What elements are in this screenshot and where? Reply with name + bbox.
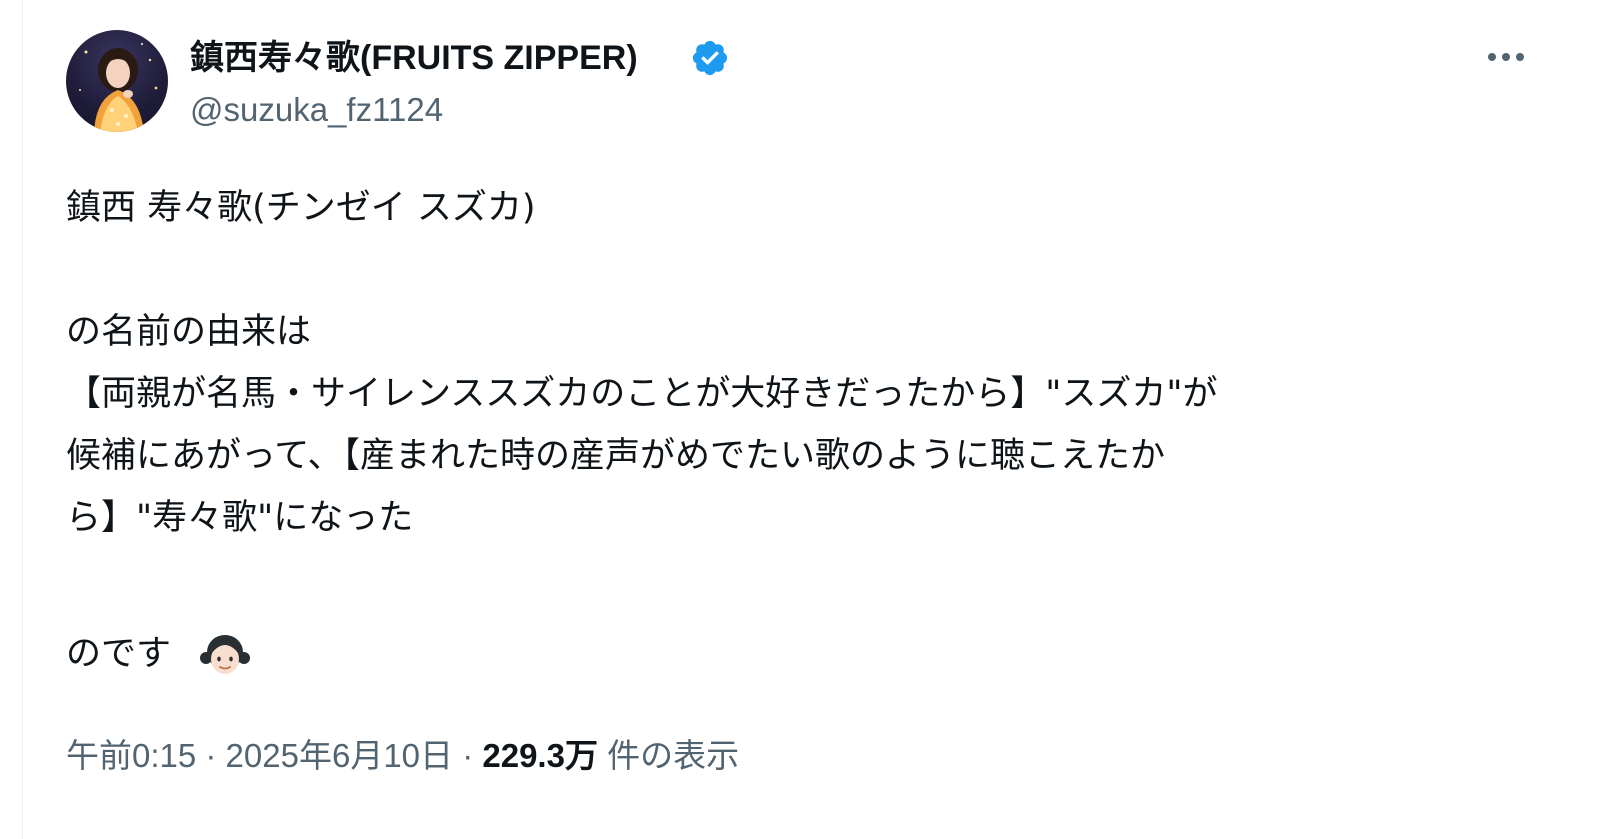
verified-badge-icon (692, 40, 728, 76)
tweet-timestamp[interactable]: 午前0:15 · 2025年6月10日 (66, 737, 453, 774)
meta-separator: · (453, 737, 483, 774)
views-count[interactable]: 229.3万 (482, 737, 598, 774)
tweet-text-line: の名前の由来は (66, 312, 312, 352)
avatar-image (79, 43, 158, 132)
views-label: 件の表示 (597, 737, 740, 774)
avatar[interactable] (66, 30, 168, 132)
girl-emoji-icon (200, 635, 250, 674)
tweet-text-line: 候補にあがって、【産まれた時の産声がめでたい歌のように聴こえたか (66, 436, 1166, 476)
divider (22, 0, 23, 839)
user-handle[interactable]: @suzuka_fz1124 (190, 88, 443, 132)
tweet-text-line: ら】"寿々歌"になった (66, 498, 414, 538)
tweet-text-line: 鎮西 寿々歌(チンゼイ スズカ) (66, 188, 536, 228)
tweet-card: 鎮西寿々歌(FRUITS ZIPPER) @suzuka_fz1124 鎮西 寿… (0, 0, 1600, 839)
more-horizontal-icon[interactable] (1482, 40, 1530, 74)
tweet-text-line: 【両親が名馬・サイレンススズカのことが大好きだったから】"スズカ"が (66, 374, 1218, 414)
tweet-text-line: のです (66, 634, 172, 674)
tweet-metadata: 午前0:15 · 2025年6月10日 · 229.3万 件の表示 (66, 734, 739, 778)
display-name[interactable]: 鎮西寿々歌(FRUITS ZIPPER) (190, 36, 638, 80)
